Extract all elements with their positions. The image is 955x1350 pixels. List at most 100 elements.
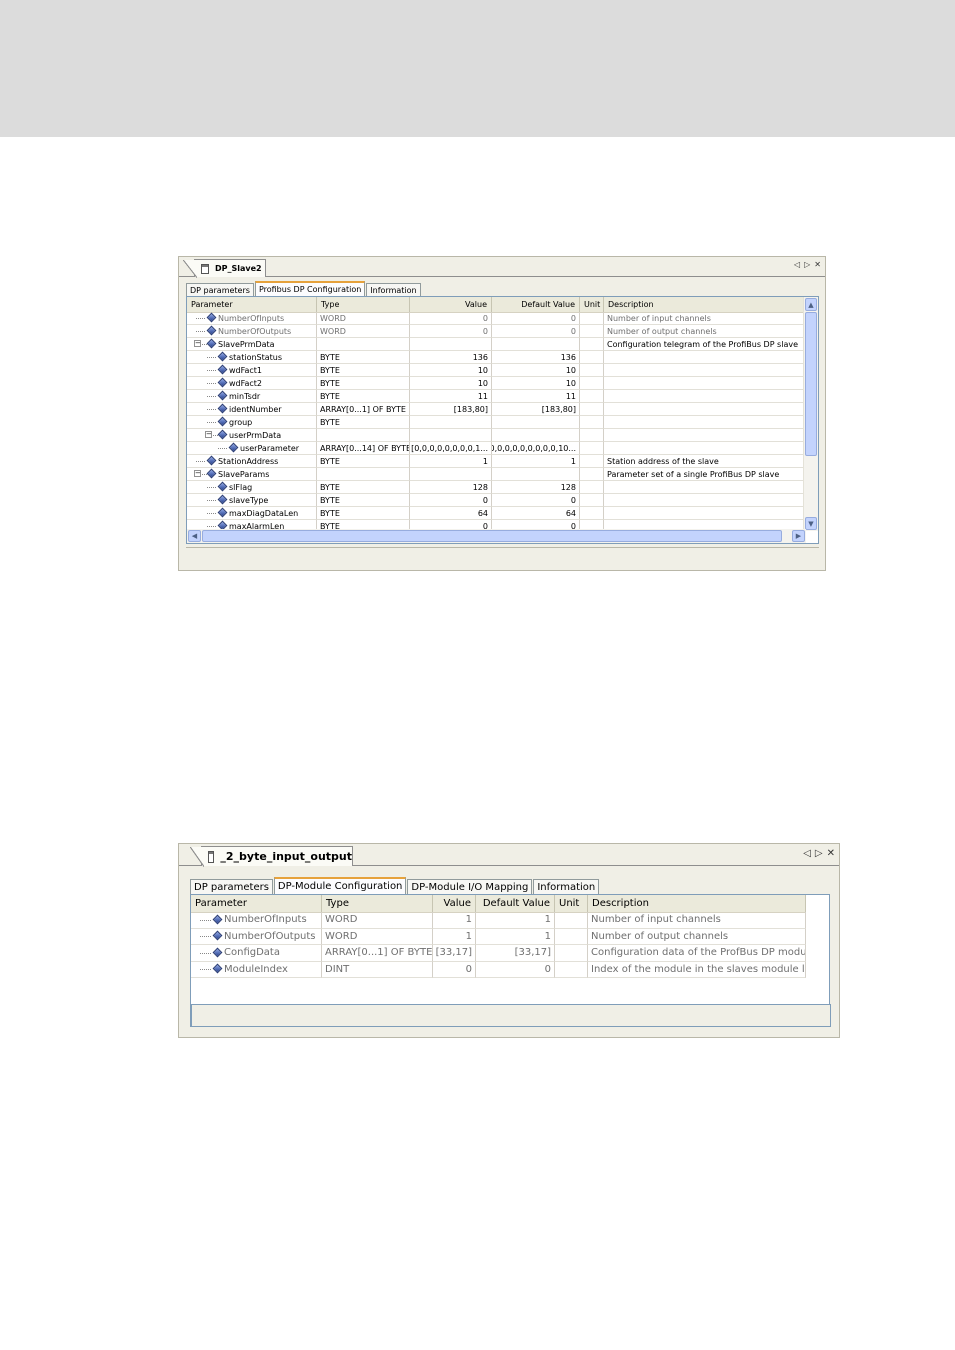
column-header-parameter[interactable]: Parameter — [187, 297, 317, 312]
parameter-name: userParameter — [240, 443, 300, 453]
table-row[interactable]: slaveType BYTE 0 0 — [187, 494, 806, 507]
document-tab[interactable]: DP_Slave2 — [183, 259, 266, 278]
parameter-icon — [217, 351, 228, 362]
table-row[interactable]: NumberOfInputs WORD 0 0 Number of input chan… — [187, 312, 806, 325]
table-row[interactable]: − SlaveParams Parameter set of a single Pr… — [187, 468, 806, 481]
parameter-name: wdFact1 — [229, 365, 263, 375]
column-header-type[interactable]: Type — [322, 895, 433, 912]
type-cell: DINT — [322, 961, 433, 978]
scroll-right-button[interactable]: ▶ — [792, 530, 805, 542]
value-cell[interactable]: 11 — [410, 390, 492, 403]
default-value-cell: 0 — [492, 494, 580, 507]
parameter-cell: − SlavePrmData — [187, 338, 317, 351]
value-cell[interactable]: [183,80] — [410, 403, 492, 416]
value-cell[interactable]: 10 — [410, 364, 492, 377]
unit-cell — [580, 507, 604, 520]
value-cell[interactable] — [410, 338, 492, 351]
column-header-value[interactable]: Value — [433, 895, 476, 912]
collapse-toggle-icon[interactable]: − — [205, 431, 212, 438]
tab-information[interactable]: Information — [366, 283, 421, 296]
value-cell[interactable]: 10 — [410, 377, 492, 390]
horizontal-scroll-thumb[interactable] — [202, 530, 782, 542]
parameter-name: SlaveParams — [218, 469, 270, 479]
scroll-right-icon[interactable]: ▷ — [815, 848, 823, 859]
document-tab[interactable]: _2_byte_input_output — [190, 846, 353, 867]
tab-information[interactable]: Information — [533, 879, 600, 894]
table-row[interactable]: wdFact1 BYTE 10 10 — [187, 364, 806, 377]
column-header-value[interactable]: Value — [410, 297, 492, 312]
table-row[interactable]: − SlavePrmData Configuration telegram of t… — [187, 338, 806, 351]
value-cell[interactable]: 1 — [410, 455, 492, 468]
column-header-type[interactable]: Type — [317, 297, 410, 312]
table-row[interactable]: identNumber ARRAY[0...1] OF BYTE [183,80][… — [187, 403, 806, 416]
column-header-description[interactable]: Description — [588, 895, 806, 912]
tab-dp-module-configuration[interactable]: DP-Module Configuration — [273, 877, 407, 894]
table-row[interactable]: ModuleIndex DINT 0 0 Index of the module in … — [191, 961, 806, 978]
description-cell: Configuration telegram of the ProfiBus D… — [604, 338, 806, 351]
close-icon[interactable]: ✕ — [814, 260, 821, 269]
column-header-unit[interactable]: Unit — [580, 297, 604, 312]
unit-cell — [555, 945, 588, 962]
collapse-toggle-icon[interactable]: − — [194, 470, 201, 477]
value-cell[interactable]: 128 — [410, 481, 492, 494]
table-row[interactable]: group BYTE — [187, 416, 806, 429]
table-row[interactable]: minTsdr BYTE 11 11 — [187, 390, 806, 403]
table-row[interactable]: NumberOfOutputs WORD 1 1 Number of output ch… — [191, 928, 806, 945]
parameter-icon — [217, 494, 228, 505]
dp-slave2-editor-panel: DP_Slave2 ◁ ▷ ✕ DP parameters Profibus DP… — [178, 256, 826, 571]
collapse-toggle-icon[interactable]: − — [194, 340, 201, 347]
column-header-default-value[interactable]: Default Value — [476, 895, 555, 912]
scroll-left-icon[interactable]: ◁ — [803, 848, 811, 859]
close-icon[interactable]: ✕ — [827, 848, 835, 859]
table-row[interactable]: StationAddress BYTE 1 1 Station address of t… — [187, 455, 806, 468]
value-cell[interactable]: 0 — [433, 961, 476, 978]
column-header-description[interactable]: Description — [604, 297, 806, 312]
scroll-right-icon[interactable]: ▷ — [804, 260, 810, 269]
tab-profibus-dp-configuration[interactable]: Profibus DP Configuration — [254, 281, 366, 296]
value-cell[interactable]: 0 — [410, 312, 492, 325]
vertical-scrollbar[interactable]: ▲ ▼ — [803, 297, 818, 531]
table-row[interactable]: − userPrmData — [187, 429, 806, 442]
value-cell[interactable]: 1 — [433, 928, 476, 945]
default-value-cell — [492, 416, 580, 429]
parameter-cell: − userPrmData — [187, 429, 317, 442]
table-row[interactable]: ConfigData ARRAY[0...1] OF BYTE [33,17] [33… — [191, 945, 806, 962]
scroll-left-icon[interactable]: ◁ — [794, 260, 800, 269]
type-cell: BYTE — [317, 507, 410, 520]
value-cell[interactable]: [0,0,0,0,0,0,0,0,1... — [410, 442, 492, 455]
table-row[interactable]: maxDiagDataLen BYTE 64 64 — [187, 507, 806, 520]
value-cell[interactable]: 136 — [410, 351, 492, 364]
table-row[interactable]: slFlag BYTE 128 128 — [187, 481, 806, 494]
parameter-icon — [212, 963, 223, 974]
table-row[interactable]: wdFact2 BYTE 10 10 — [187, 377, 806, 390]
value-cell[interactable]: 0 — [410, 494, 492, 507]
value-cell[interactable] — [410, 468, 492, 481]
parameter-icon — [217, 364, 228, 375]
scroll-left-button[interactable]: ◀ — [188, 530, 201, 542]
tab-dp-parameters[interactable]: DP parameters — [186, 283, 254, 296]
parameter-name: userPrmData — [229, 430, 282, 440]
value-cell[interactable]: 1 — [433, 912, 476, 929]
type-cell: BYTE — [317, 377, 410, 390]
value-cell[interactable]: 64 — [410, 507, 492, 520]
vertical-scroll-thumb[interactable] — [805, 312, 817, 456]
parameter-name: stationStatus — [229, 352, 283, 362]
table-row[interactable]: NumberOfInputs WORD 1 1 Number of input chan… — [191, 912, 806, 929]
table-row[interactable]: NumberOfOutputs WORD 0 0 Number of output ch… — [187, 325, 806, 338]
column-header-unit[interactable]: Unit — [555, 895, 588, 912]
value-cell[interactable] — [410, 429, 492, 442]
column-header-default-value[interactable]: Default Value — [492, 297, 580, 312]
value-cell[interactable] — [410, 416, 492, 429]
value-cell[interactable]: 0 — [410, 325, 492, 338]
value-cell[interactable]: [33,17] — [433, 945, 476, 962]
table-row[interactable]: stationStatus BYTE 136 136 — [187, 351, 806, 364]
unit-cell — [580, 429, 604, 442]
tab-dp-parameters[interactable]: DP parameters — [190, 879, 273, 894]
parameter-cell: wdFact2 — [187, 377, 317, 390]
table-row[interactable]: userParameter ARRAY[0...14] OF BYTE [0,0,0… — [187, 442, 806, 455]
tab-dp-module-i-o-mapping[interactable]: DP-Module I/O Mapping — [407, 879, 533, 894]
horizontal-scrollbar[interactable]: ◀ ▶ — [187, 529, 806, 543]
scroll-down-button[interactable]: ▼ — [805, 517, 817, 530]
scroll-up-button[interactable]: ▲ — [805, 298, 817, 311]
column-header-parameter[interactable]: Parameter — [191, 895, 322, 912]
